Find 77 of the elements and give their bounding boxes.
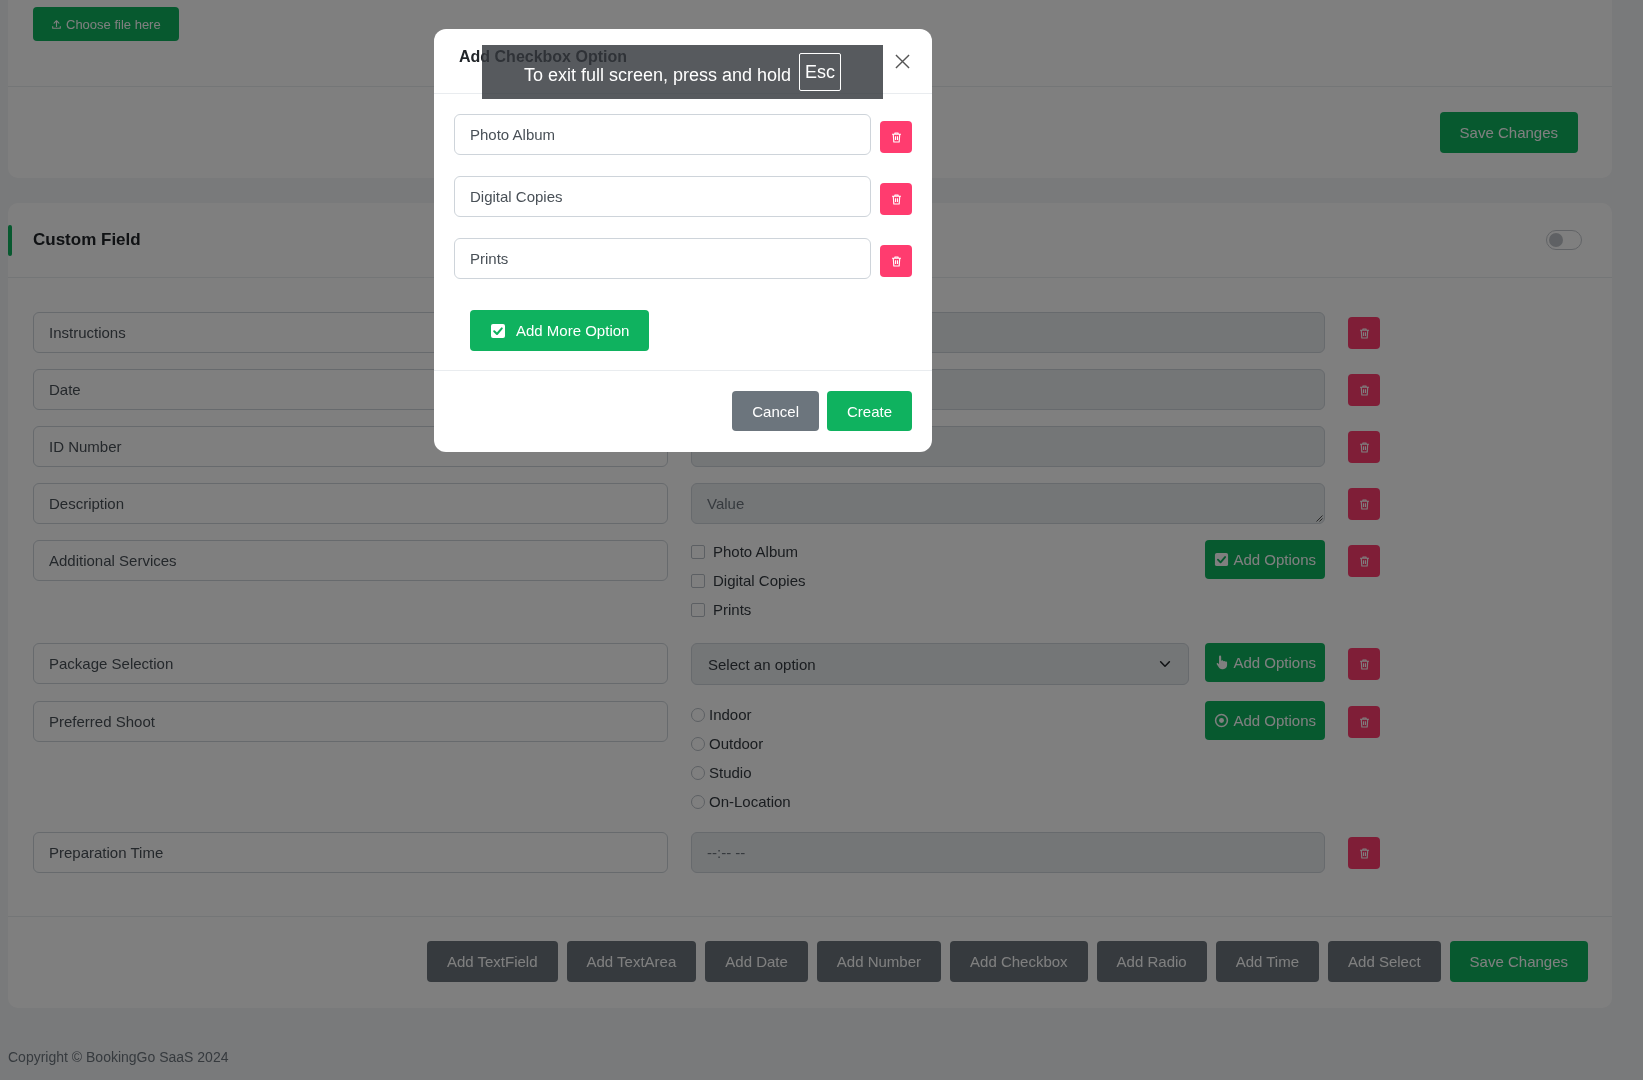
option-label: Prints: [713, 601, 752, 618]
delete-button[interactable]: [1348, 837, 1380, 869]
delete-button[interactable]: [880, 245, 912, 277]
option-label: Digital Copies: [713, 572, 806, 589]
label-field[interactable]: Preparation Time: [33, 832, 668, 873]
delete-button[interactable]: [1348, 488, 1380, 520]
delete-button[interactable]: [1348, 317, 1380, 349]
add-field-button[interactable]: Add Time: [1215, 941, 1320, 982]
trash-icon: [889, 192, 903, 206]
cancel-button[interactable]: Cancel: [732, 391, 819, 431]
close-icon[interactable]: [895, 53, 910, 69]
label-field[interactable]: Description: [33, 483, 668, 524]
add-field-button[interactable]: Add TextField: [426, 941, 558, 982]
accent-bar: [8, 224, 12, 256]
option-select[interactable]: Select an option: [691, 643, 1190, 685]
label-field[interactable]: Package Selection: [33, 643, 668, 684]
check-square-icon: [1214, 552, 1230, 567]
card-title: Custom Field: [33, 230, 142, 250]
add-options-button[interactable]: Add Options: [1205, 540, 1325, 579]
hand-pointer-icon: [1214, 655, 1230, 670]
checkbox[interactable]: [691, 544, 705, 559]
radio-button[interactable]: [691, 707, 705, 722]
trash-icon: [1357, 846, 1371, 860]
delete-button[interactable]: [1348, 648, 1380, 680]
trash-icon: [1357, 326, 1371, 340]
dot-circle-icon: [1214, 713, 1230, 728]
option-label: Studio: [709, 764, 752, 781]
trash-icon: [1357, 497, 1371, 511]
trash-icon: [1357, 440, 1371, 454]
trash-icon: [1357, 657, 1371, 671]
check-square-icon: [490, 322, 506, 339]
delete-button[interactable]: [1348, 431, 1380, 463]
add-field-button[interactable]: Add Select: [1328, 941, 1441, 982]
label-field[interactable]: Preferred Shoot: [33, 701, 668, 742]
value-textarea[interactable]: Value: [691, 483, 1325, 524]
delete-button[interactable]: [880, 183, 912, 215]
label-field[interactable]: Additional Services: [33, 540, 668, 581]
add-field-button[interactable]: Add TextArea: [566, 941, 697, 982]
save-changes-button[interactable]: Save Changes: [1449, 941, 1588, 982]
copyright-text: Copyright © BookingGo SaaS 2024: [8, 1049, 230, 1065]
option-input[interactable]: Digital Copies: [454, 176, 871, 217]
keyboard-key: Esc: [799, 53, 842, 91]
add-field-button[interactable]: Add Number: [816, 941, 942, 982]
delete-button[interactable]: [880, 121, 912, 153]
delete-button[interactable]: [1348, 706, 1380, 738]
checkbox[interactable]: [691, 602, 705, 617]
trash-icon: [1357, 383, 1371, 397]
trash-icon: [889, 254, 903, 268]
option-label: On-Location: [709, 793, 791, 810]
option-label: Photo Album: [713, 543, 799, 560]
add-field-button[interactable]: Add Date: [705, 941, 808, 982]
option-label: Indoor: [709, 706, 752, 723]
notice-text: To exit full screen, press and hold: [523, 66, 792, 84]
trash-icon: [1357, 554, 1371, 568]
add-field-button[interactable]: Add Radio: [1096, 941, 1207, 982]
trash-icon: [889, 130, 903, 144]
choose-file-button[interactable]: Choose file here: [33, 7, 179, 41]
delete-button[interactable]: [1348, 374, 1380, 406]
toggle-switch[interactable]: [1546, 230, 1582, 250]
radio-button[interactable]: [691, 765, 705, 780]
save-changes-button[interactable]: Save Changes: [1439, 112, 1578, 153]
resize-grip-icon[interactable]: [1315, 514, 1323, 522]
create-button[interactable]: Create: [826, 391, 912, 431]
option-input[interactable]: Prints: [454, 238, 871, 279]
trash-icon: [1357, 715, 1371, 729]
option-label: Outdoor: [709, 735, 764, 752]
delete-button[interactable]: [1348, 545, 1380, 577]
add-options-button[interactable]: Add Options: [1205, 701, 1325, 740]
time-field[interactable]: --:-- --: [691, 832, 1325, 873]
add-field-button[interactable]: Add Checkbox: [950, 941, 1088, 982]
checkbox[interactable]: [691, 573, 705, 588]
add-more-option-button[interactable]: Add More Option: [470, 310, 650, 351]
radio-button[interactable]: [691, 736, 705, 751]
upload-icon: [51, 18, 62, 30]
radio-button[interactable]: [691, 794, 705, 809]
add-options-button[interactable]: Add Options: [1205, 643, 1325, 682]
option-input[interactable]: Photo Album: [454, 114, 871, 155]
